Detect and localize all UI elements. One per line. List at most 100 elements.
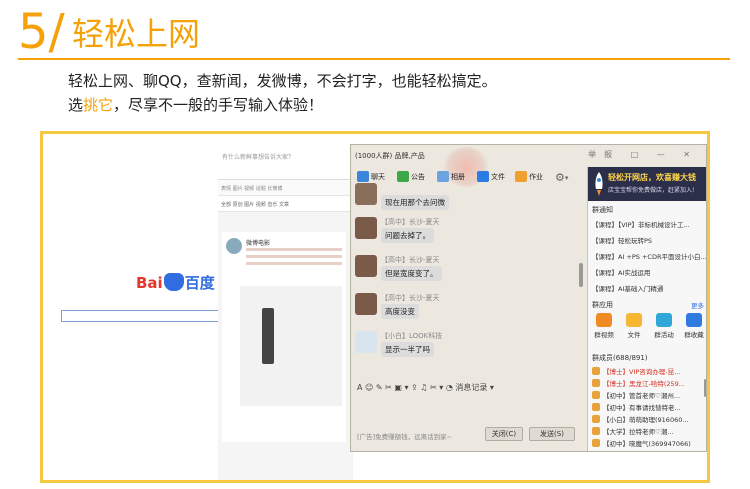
- avatar[interactable]: [355, 331, 377, 353]
- notice-item[interactable]: 【课程】AI实战运用: [592, 267, 706, 277]
- weibo-post-text: [246, 248, 342, 269]
- close-button[interactable]: 关闭(C): [485, 427, 523, 441]
- app-video[interactable]: 群视频: [590, 313, 618, 339]
- app-favorites-label: 群收藏: [684, 331, 704, 339]
- chevron-down-icon: ▾: [564, 173, 569, 182]
- member-item[interactable]: 【初中】管首老师♡潮州...: [592, 390, 704, 400]
- settings-button[interactable]: ⚙ ▾: [555, 171, 568, 184]
- member-label: 【初中】有事请找彗特老...: [603, 404, 681, 412]
- avatar[interactable]: [355, 217, 377, 239]
- member-item[interactable]: 【博士】黑龙江-哈特(259...: [592, 378, 704, 388]
- ad-banner[interactable]: 轻松开网店，欢喜赚大钱 店宝宝帮你免费做店，赶紧加入!: [588, 167, 706, 201]
- rocket-icon: [595, 172, 603, 196]
- tab-chat[interactable]: 聊天: [357, 171, 385, 182]
- tab-homework-label: 作业: [529, 172, 543, 181]
- flag-icon: [397, 171, 409, 182]
- member-label: 【大学】拉特老师♡潮...: [603, 428, 674, 436]
- group-side-panel: 轻松开网店，欢喜赚大钱 店宝宝帮你免费做店，赶紧加入! 群通知 【课程】【VIP…: [587, 167, 706, 451]
- baidu-search-input[interactable]: [61, 310, 221, 322]
- qq-window-title: (1000人群) 品牌,产品: [355, 152, 425, 160]
- weibo-pane: 有什么新鲜事想告诉大家？ 表情 图片 视频 话题 长微博 全部 原创 图片 视频…: [218, 134, 353, 480]
- paw-icon: [163, 273, 184, 291]
- send-button[interactable]: 发送(S): [529, 427, 575, 441]
- app-events-label: 群活动: [654, 331, 674, 339]
- gear-icon: ⚙: [555, 171, 565, 184]
- weibo-compose-prompt: 有什么新鲜事想告诉大家？: [222, 154, 295, 161]
- qq-window-controls[interactable]: 举报 □ — ✕: [588, 149, 698, 160]
- tab-files[interactable]: 文件: [477, 171, 505, 182]
- ad-title: 轻松开网店，欢喜赚大钱: [608, 173, 696, 182]
- message-scrollbar[interactable]: [579, 263, 583, 287]
- avatar[interactable]: [355, 255, 377, 277]
- notice-item[interactable]: 【课程】【VIP】非标机械设计工...: [592, 219, 706, 229]
- member-label: 【初中】晓魔气(369947066): [603, 440, 691, 448]
- member-avatar-icon: [592, 439, 600, 447]
- member-item[interactable]: 【初中】晓魔气(369947066): [592, 438, 704, 448]
- weibo-compose[interactable]: 有什么新鲜事想告诉大家？: [218, 134, 353, 180]
- member-avatar-icon: [592, 391, 600, 399]
- notice-item[interactable]: 【课程】AI基础入门精通: [592, 283, 706, 293]
- section-title: 轻松上网: [72, 15, 201, 53]
- apps-more-link[interactable]: 更多: [691, 300, 704, 310]
- homework-icon: [515, 171, 527, 182]
- input-tools[interactable]: A ☺ ✎ ✂ ▣ ▾ ⇪ ♫ ✂ ▾ ◔ 消息记录 ▾: [357, 382, 494, 393]
- app-files[interactable]: 文件: [620, 313, 648, 339]
- folder-icon: [477, 171, 489, 182]
- member-label: 【博士】黑龙江-哈特(259...: [603, 380, 685, 388]
- message-bubble: 显示一半了吗: [381, 342, 434, 357]
- avatar[interactable]: [226, 238, 242, 254]
- tab-album[interactable]: 相册: [437, 171, 465, 182]
- member-scrollbar[interactable]: [704, 379, 706, 397]
- member-item[interactable]: 【初中】有事请找彗特老...: [592, 402, 704, 412]
- tab-notice[interactable]: 公告: [397, 171, 425, 182]
- chat-icon: [357, 171, 369, 182]
- member-item[interactable]: 【博士】VIP咨询办理-昆...: [592, 366, 704, 376]
- message-sender[interactable]: 【高中】长沙-夏天: [381, 293, 440, 303]
- weibo-post: 微博电影: [222, 232, 346, 442]
- message-sender[interactable]: 【高中】长沙-夏天: [381, 217, 440, 227]
- member-item[interactable]: 【大学】拉特老师♡潮...: [592, 426, 704, 436]
- member-avatar-icon: [592, 427, 600, 435]
- bookmark-icon: [686, 313, 702, 327]
- app-events[interactable]: 群活动: [650, 313, 678, 339]
- weibo-compose-tools[interactable]: 表情 图片 视频 话题 长微博: [218, 180, 353, 196]
- avatar[interactable]: [355, 183, 377, 205]
- tab-notice-label: 公告: [411, 172, 425, 181]
- video-icon: [596, 313, 612, 327]
- flag-icon: [656, 313, 672, 327]
- message-bubble: 问题去掉了。: [381, 228, 434, 243]
- message-sender[interactable]: 【小白】LOOK科技: [381, 331, 442, 341]
- notice-item[interactable]: 【课程】轻松玩转PS: [592, 235, 706, 245]
- group-apps: 群视频 文件 群活动 群收藏: [588, 313, 706, 347]
- tab-chat-label: 聊天: [371, 172, 385, 181]
- picture-icon: [437, 171, 449, 182]
- app-files-label: 文件: [627, 331, 641, 339]
- screenshot-frame: Bai 百度 有什么新鲜事想告诉大家？ 表情 图片 视频 话题 长微博 全部 原创…: [40, 131, 710, 483]
- tab-homework[interactable]: 作业: [515, 171, 543, 182]
- tab-album-label: 相册: [451, 172, 465, 181]
- member-avatar-icon: [592, 367, 600, 375]
- notice-section-title: 群通知: [592, 206, 613, 214]
- input-ad-hint[interactable]: [广告]免费赚额钱，远离话到家~: [357, 431, 452, 441]
- description-suffix: ，尽享不一般的手写输入体验！: [113, 96, 324, 114]
- message-bubble: 现在用那个去问微: [381, 195, 449, 210]
- avatar[interactable]: [355, 293, 377, 315]
- header-divider: [18, 58, 730, 60]
- message-bubble: 高度没变: [381, 304, 419, 319]
- description-highlight: 挑它: [83, 96, 114, 114]
- member-item[interactable]: 【小白】萌萌助理(916060...: [592, 414, 704, 424]
- tab-files-label: 文件: [491, 172, 505, 181]
- message-sender[interactable]: 【高中】长沙-夏天: [381, 255, 440, 265]
- message-bubble: 但是宽度变了。: [381, 266, 442, 281]
- ad-subtitle: 店宝宝帮你免费做店，赶紧加入!: [608, 187, 695, 194]
- weibo-post-name[interactable]: 微博电影: [246, 238, 270, 247]
- baidu-logo-bai: Bai: [136, 274, 163, 292]
- notice-item[interactable]: 【课程】AI +PS +CDR平面设计小白...: [592, 251, 706, 261]
- folder-icon: [626, 313, 642, 327]
- weibo-feed-tabs[interactable]: 全部 原创 图片 视频 音乐 文章: [218, 196, 353, 212]
- phone-image: [262, 308, 274, 364]
- description-line-1: 轻松上网、聊QQ，查新闻，发微博，不会打字，也能轻松搞定。: [68, 72, 497, 90]
- weibo-quoted-post: [240, 286, 342, 406]
- app-favorites[interactable]: 群收藏: [680, 313, 706, 339]
- member-avatar-icon: [592, 415, 600, 423]
